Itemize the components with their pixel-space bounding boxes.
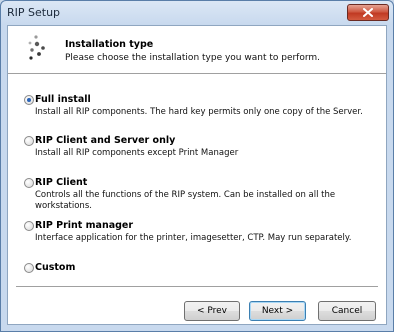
option-label: Full install <box>35 94 91 105</box>
radio-custom[interactable] <box>24 263 34 273</box>
header-band: Installation type Please choose the inst… <box>8 26 386 72</box>
option-label: RIP Print manager <box>35 220 134 231</box>
option-label: RIP Client and Server only <box>35 135 176 146</box>
page-title: Installation type <box>65 39 154 50</box>
setup-window: RIP Setup Installation type Please choos… <box>0 0 394 332</box>
radio-client-server[interactable] <box>24 136 34 146</box>
option-description: Controls all the functions of the RIP sy… <box>35 190 336 211</box>
window-title: RIP Setup <box>7 6 61 19</box>
footer-divider <box>16 286 378 288</box>
dots-logo-icon <box>28 35 45 60</box>
install-type-options: Full install Install all RIP components.… <box>8 78 386 273</box>
option-description: Install all RIP components except Print … <box>35 148 239 158</box>
option-description: Interface application for the printer, i… <box>35 233 352 243</box>
cancel-button[interactable]: Cancel <box>318 301 376 321</box>
next-button[interactable]: Next > <box>249 301 306 321</box>
header-divider <box>8 73 386 75</box>
radio-rip-client[interactable] <box>24 178 34 188</box>
radio-full-install[interactable] <box>24 95 34 105</box>
title-bar[interactable]: RIP Setup <box>1 1 393 25</box>
prev-button[interactable]: < Prev <box>184 301 240 321</box>
option-label: Custom <box>35 262 76 273</box>
option-description: Install all RIP components. The hard key… <box>35 107 363 117</box>
close-icon <box>363 8 373 17</box>
radio-print-manager[interactable] <box>24 221 34 231</box>
close-button[interactable] <box>347 4 389 21</box>
page-subtitle: Please choose the installation type you … <box>65 53 321 63</box>
option-label: RIP Client <box>35 177 88 188</box>
dialog-body: Installation type Please choose the inst… <box>7 25 387 325</box>
